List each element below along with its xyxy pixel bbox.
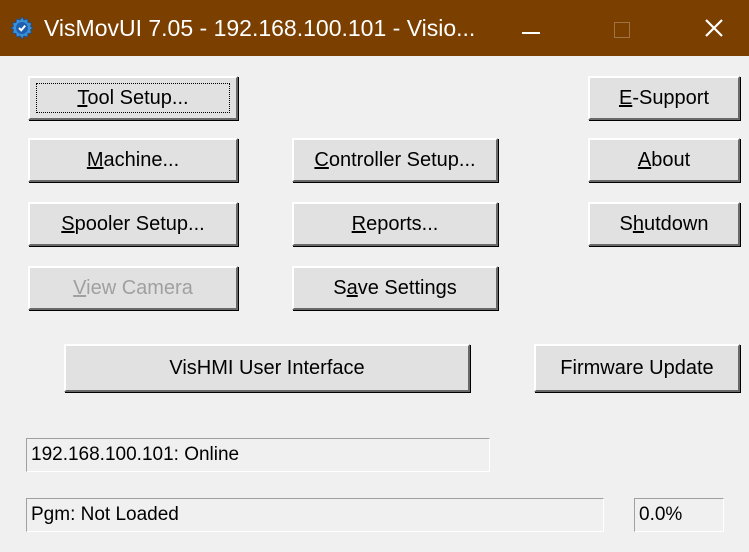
e-support-label: E-Support <box>618 86 710 109</box>
connection-status-text: 192.168.100.101: Online <box>31 444 240 465</box>
controller-setup-button[interactable]: Controller Setup... <box>292 138 498 182</box>
e-support-button[interactable]: E-Support <box>588 76 740 120</box>
vishmi-label: VisHMI User Interface <box>169 356 365 379</box>
tool-setup-label: Tool Setup... <box>77 86 189 109</box>
firmware-update-button[interactable]: Firmware Update <box>534 344 740 392</box>
shutdown-label: Shutdown <box>619 212 709 235</box>
connection-status-field: 192.168.100.101: Online <box>26 438 490 472</box>
program-status-text: Pgm: Not Loaded <box>31 504 179 525</box>
maximize-button <box>596 0 660 56</box>
main-window: VisMovUI 7.05 - 192.168.100.101 - Visio.… <box>0 0 749 552</box>
reports-label: Reports... <box>351 212 439 235</box>
tool-setup-button[interactable]: Tool Setup... <box>28 76 238 120</box>
machine-button[interactable]: Machine... <box>28 138 238 182</box>
progress-percent-text: 0.0% <box>639 504 683 525</box>
save-settings-button[interactable]: Save Settings <box>292 266 498 310</box>
progress-percent-field: 0.0% <box>634 498 724 532</box>
gear-check-icon <box>10 16 34 40</box>
about-label: About <box>637 148 691 171</box>
spooler-setup-button[interactable]: Spooler Setup... <box>28 202 238 246</box>
close-icon <box>705 19 723 37</box>
view-camera-label: View Camera <box>73 276 193 299</box>
about-button[interactable]: About <box>588 138 740 182</box>
window-title: VisMovUI 7.05 - 192.168.100.101 - Visio.… <box>44 15 476 41</box>
program-status-field: Pgm: Not Loaded <box>26 498 604 532</box>
reports-button[interactable]: Reports... <box>292 202 498 246</box>
machine-label: Machine... <box>86 148 180 171</box>
view-camera-button: View Camera <box>28 266 238 310</box>
spooler-setup-label: Spooler Setup... <box>61 212 205 235</box>
shutdown-button[interactable]: Shutdown <box>588 202 740 246</box>
firmware-update-label: Firmware Update <box>560 356 714 379</box>
title-bar[interactable]: VisMovUI 7.05 - 192.168.100.101 - Visio.… <box>0 0 749 56</box>
close-button[interactable] <box>684 0 748 56</box>
controller-setup-label: Controller Setup... <box>314 148 476 171</box>
minimize-button[interactable] <box>500 0 564 56</box>
save-settings-label: Save Settings <box>333 276 457 299</box>
vishmi-user-interface-button[interactable]: VisHMI User Interface <box>64 344 470 392</box>
